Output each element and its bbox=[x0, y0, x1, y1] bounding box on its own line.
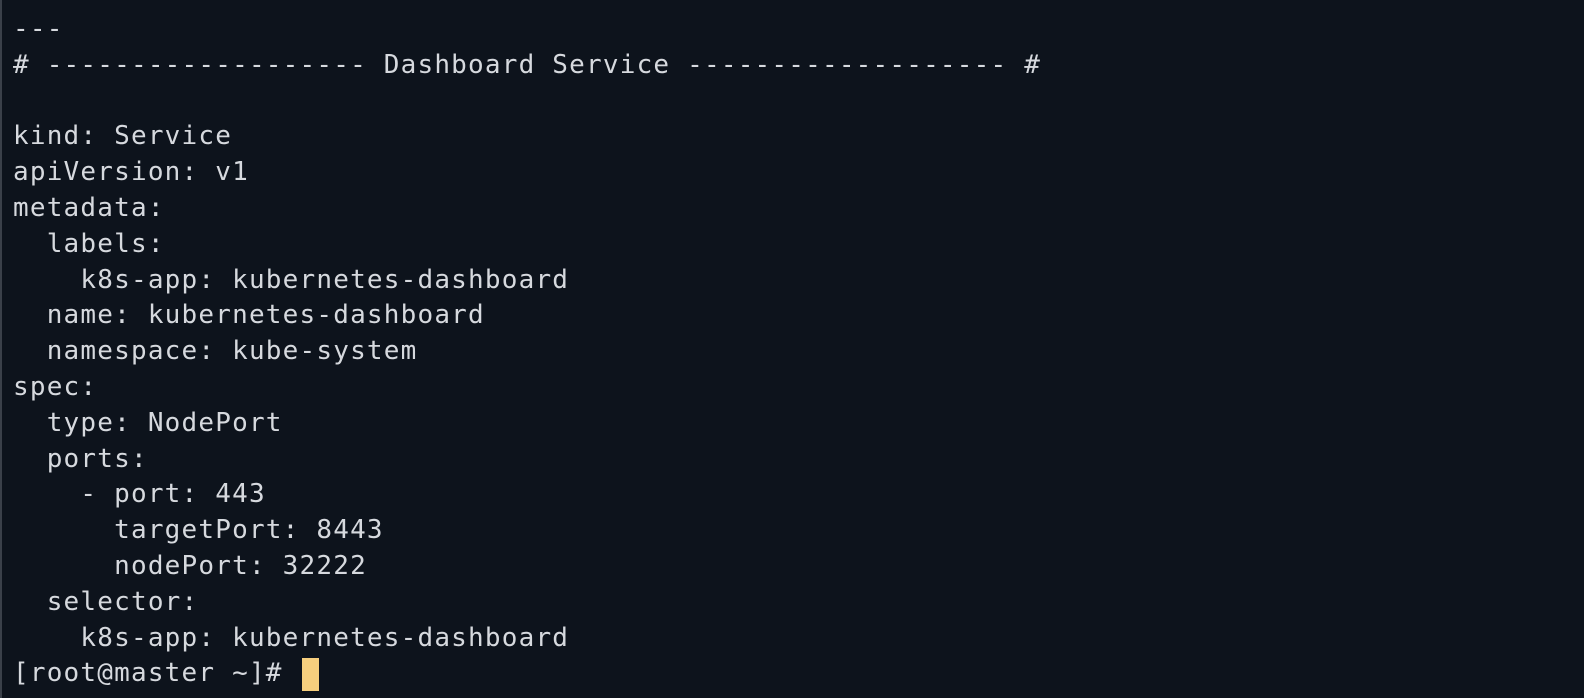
terminal-output: --- # ------------------- Dashboard Serv… bbox=[13, 12, 1041, 692]
terminal-line: nodePort: 32222 bbox=[13, 550, 367, 581]
terminal-line: # ------------------- Dashboard Service … bbox=[13, 49, 1042, 80]
terminal-line: spec: bbox=[13, 371, 98, 402]
command-prompt-line[interactable]: [root@master ~]# bbox=[13, 656, 1041, 692]
terminal-line: --- bbox=[13, 14, 64, 44]
terminal-line: ports: bbox=[13, 443, 148, 474]
terminal-line: k8s-app: kubernetes-dashboard bbox=[13, 264, 570, 295]
terminal-line: k8s-app: kubernetes-dashboard bbox=[13, 622, 570, 653]
shell-prompt: [root@master ~]# bbox=[13, 658, 300, 689]
terminal-line: name: kubernetes-dashboard bbox=[13, 300, 485, 331]
terminal-line: namespace: kube-system bbox=[13, 336, 418, 367]
terminal-line: type: NodePort bbox=[13, 407, 283, 438]
text-cursor bbox=[301, 657, 319, 691]
terminal-line: labels: bbox=[13, 228, 165, 259]
terminal-line: metadata: bbox=[13, 192, 165, 223]
terminal-line: apiVersion: v1 bbox=[13, 157, 249, 188]
terminal-line: - port: 443 bbox=[13, 479, 266, 510]
terminal-window[interactable]: --- # ------------------- Dashboard Serv… bbox=[0, 0, 1584, 698]
terminal-line: selector: bbox=[13, 586, 199, 617]
terminal-line: targetPort: 8443 bbox=[13, 515, 384, 546]
terminal-line: kind: Service bbox=[13, 121, 233, 152]
